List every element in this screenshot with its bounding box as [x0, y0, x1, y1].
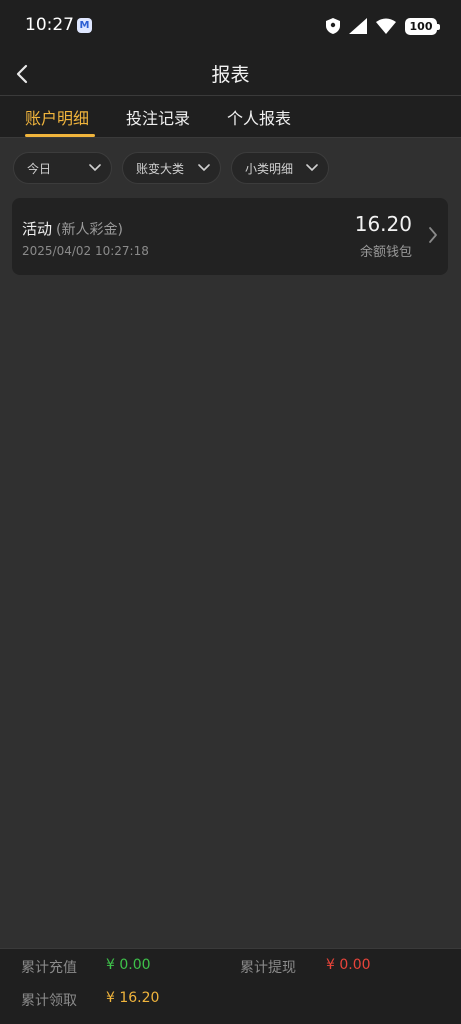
tab-personal-report[interactable]: 个人报表	[227, 105, 291, 129]
filter-subcategory-label: 小类明细	[245, 161, 294, 176]
total-withdraw-label: 累计提现	[240, 960, 296, 976]
summary-footer: 累计充值 ¥ 0.00 累计提现 ¥ 0.00 累计领取 ¥ 16.20	[0, 948, 461, 1024]
active-tab-indicator	[25, 134, 95, 137]
nav-bar: 报表	[0, 52, 461, 96]
filter-date-label: 今日	[27, 161, 52, 176]
total-withdraw-value: ¥ 0.00	[326, 957, 371, 973]
filter-category-dropdown[interactable]: 账变大类	[122, 152, 221, 184]
record-subtitle: (新人彩金)	[56, 222, 123, 238]
total-claim-value: ¥ 16.20	[106, 990, 160, 1006]
record-time: 2025/04/02 10:27:18	[22, 244, 149, 258]
tab-bet-records[interactable]: 投注记录	[126, 105, 190, 129]
wifi-icon	[376, 18, 396, 34]
tab-bar: 账户明细 投注记录 个人报表	[0, 96, 461, 138]
battery-icon: 100	[405, 17, 440, 35]
total-claim-label: 累计领取	[21, 993, 77, 1009]
chevron-down-icon	[306, 164, 318, 172]
record-amount: 16.20	[354, 212, 412, 236]
record-wallet: 余额钱包	[359, 245, 412, 260]
filter-date-dropdown[interactable]: 今日	[13, 152, 112, 184]
app-notification-icon: M	[77, 18, 92, 33]
filter-subcategory-dropdown[interactable]: 小类明细	[231, 152, 329, 184]
total-deposit-label: 累计充值	[21, 960, 77, 976]
tab-account-details[interactable]: 账户明细	[25, 105, 89, 129]
total-deposit-value: ¥ 0.00	[106, 957, 151, 973]
record-title: 活动	[22, 220, 53, 238]
chevron-down-icon	[89, 164, 101, 172]
filter-category-label: 账变大类	[136, 161, 185, 176]
signal-icon	[349, 18, 367, 34]
record-title-row: 活动 (新人彩金)	[22, 218, 123, 239]
list-item[interactable]: 活动 (新人彩金) 2025/04/02 10:27:18 16.20 余额钱包	[12, 198, 448, 275]
status-time: 10:27	[25, 15, 74, 35]
page-title: 报表	[211, 64, 250, 86]
chevron-right-icon	[429, 227, 437, 243]
filter-row: 今日 账变大类 小类明细	[0, 148, 461, 188]
status-bar: 10:27 M 100	[0, 0, 461, 52]
status-icons: 100	[326, 16, 440, 36]
chevron-down-icon	[198, 164, 210, 172]
shield-icon	[326, 18, 340, 34]
